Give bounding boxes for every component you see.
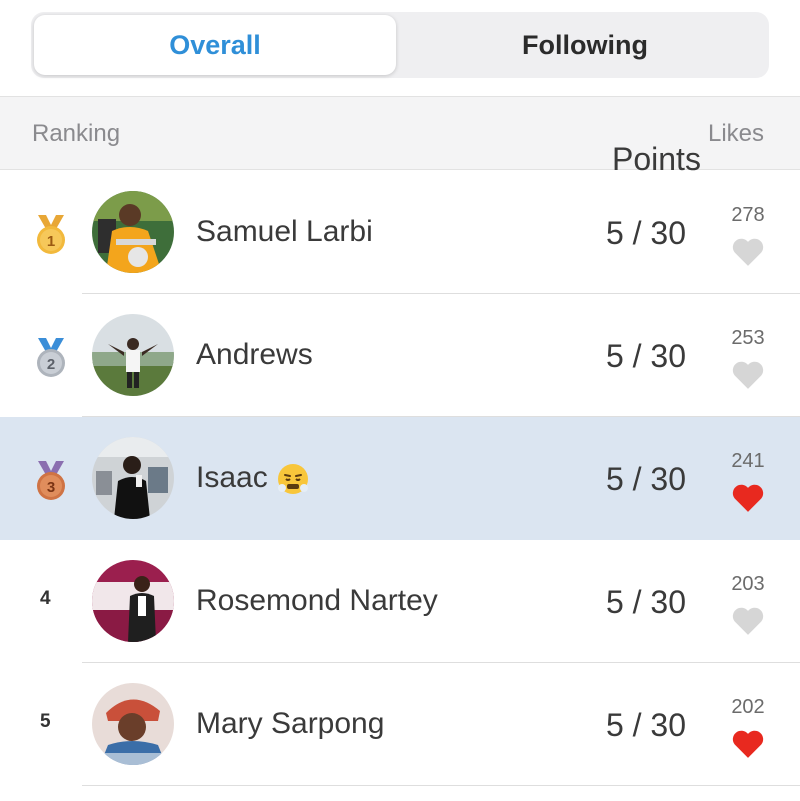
leaderboard-row[interactable]: 4 Rosemond Nartey 5 / 30 203 — [0, 540, 800, 663]
player-name-text: Isaac — [196, 461, 268, 494]
bronze-medal-icon: 3 — [37, 461, 65, 500]
tab-overall[interactable]: Overall — [34, 15, 396, 75]
tab-bar: Overall Following — [0, 0, 800, 96]
likes-count: 241 — [731, 450, 765, 472]
leaderboard-header: Ranking Points Likes — [0, 96, 800, 177]
heart-icon[interactable] — [731, 606, 765, 636]
gold-medal-icon: 1 — [37, 215, 65, 254]
header-ranking: Ranking — [32, 120, 121, 147]
likes-count: 202 — [731, 696, 765, 718]
heart-icon[interactable] — [731, 360, 765, 390]
heart-filled-icon[interactable] — [731, 729, 765, 759]
avatar[interactable] — [92, 683, 174, 765]
rank-number: 4 — [40, 588, 51, 609]
silver-medal-icon: 2 — [37, 338, 65, 377]
player-name: Andrews — [196, 338, 313, 371]
player-name: Mary Sarpong — [196, 707, 385, 740]
player-points: 5 / 30 — [605, 584, 686, 620]
steam-from-nose-emoji-icon — [277, 464, 308, 495]
medal-rank-number: 2 — [47, 356, 55, 373]
likes-count: 253 — [731, 327, 765, 349]
likes-count: 278 — [731, 204, 765, 226]
player-points: 5 / 30 — [605, 338, 686, 374]
row-divider — [82, 785, 800, 786]
medal-rank-number: 1 — [47, 233, 55, 250]
leaderboard-row-current-user[interactable]: 3 Isaac 5 / 30 241 — [0, 417, 800, 540]
heart-filled-icon[interactable] — [731, 483, 765, 513]
rank-number: 5 — [40, 711, 51, 732]
leaderboard-row[interactable]: 5 Mary Sarpong 5 / 30 202 — [0, 663, 800, 786]
player-points: 5 / 30 — [605, 707, 686, 743]
player-name: Samuel Larbi — [196, 215, 373, 248]
likes-count: 203 — [731, 573, 765, 595]
medal-rank-number: 3 — [47, 479, 55, 496]
avatar[interactable] — [92, 191, 174, 273]
leaderboard-row[interactable]: 1 Samuel Larbi 5 / 30 278 — [0, 171, 800, 294]
player-name: Isaac — [196, 461, 310, 496]
avatar[interactable] — [92, 314, 174, 396]
heart-icon[interactable] — [731, 237, 765, 267]
avatar[interactable] — [92, 437, 174, 519]
player-points: 5 / 30 — [605, 215, 686, 251]
header-likes: Likes — [708, 120, 765, 147]
leaderboard-row[interactable]: 2 Andrews 5 / 30 253 — [0, 294, 800, 417]
player-points: 5 / 30 — [605, 461, 686, 497]
tab-following[interactable]: Following — [404, 15, 766, 75]
segmented-control: Overall Following — [31, 12, 769, 78]
player-name: Rosemond Nartey — [196, 584, 438, 617]
avatar[interactable] — [92, 560, 174, 642]
